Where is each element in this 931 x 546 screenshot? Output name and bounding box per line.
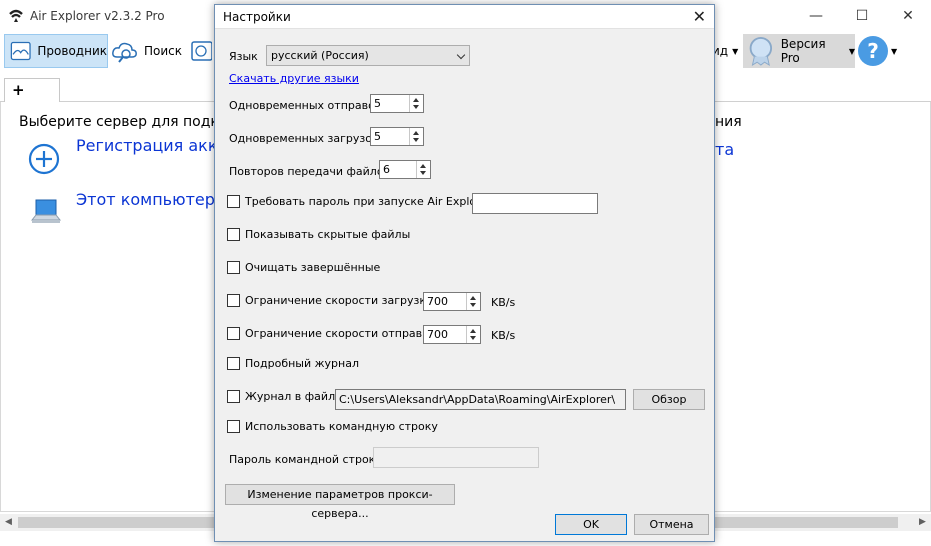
download-languages-link[interactable]: Скачать другие языки: [229, 72, 359, 85]
award-badge-icon: [749, 37, 773, 66]
select-server-hint: Выберите сервер для подклю: [19, 114, 240, 130]
schedule-button[interactable]: [190, 34, 214, 68]
app-title: Air Explorer v2.3.2 Pro: [30, 9, 165, 23]
show-hidden-checkbox[interactable]: [227, 228, 240, 241]
retries-label: Повторов передачи файлов: [229, 165, 391, 178]
arrow-down-icon: [470, 303, 476, 307]
arrow-down-icon: [470, 336, 476, 340]
minimize-button[interactable]: —: [793, 0, 839, 32]
upload-limit-value: 700: [427, 328, 448, 341]
settings-dialog: Настройки ✕ Язык русский (Россия) Скачат…: [214, 4, 715, 542]
view-dropdown-icon: ▼: [732, 46, 739, 56]
dialog-close-icon[interactable]: ✕: [693, 7, 706, 26]
explorer-icon: [10, 41, 31, 61]
upload-limit-checkbox[interactable]: [227, 327, 240, 340]
cloud-search-icon: [112, 42, 137, 63]
download-limit-unit: KB/s: [491, 296, 516, 309]
concurrent-downloads-value: 5: [374, 130, 381, 143]
air-explorer-logo-icon: [9, 9, 23, 22]
view-menu-button[interactable]: ид ▼: [712, 34, 740, 68]
stepper-buttons[interactable]: [409, 128, 423, 145]
require-password-checkbox[interactable]: [227, 195, 240, 208]
command-line-checkbox[interactable]: [227, 420, 240, 433]
language-select[interactable]: русский (Россия): [266, 45, 470, 66]
concurrent-downloads-stepper[interactable]: 5: [370, 127, 424, 146]
close-button[interactable]: ✕: [885, 0, 931, 32]
require-password-label: Требовать пароль при запуске Air Explore…: [245, 195, 492, 208]
stepper-buttons[interactable]: [416, 161, 430, 178]
help-icon: ?: [858, 36, 888, 66]
retries-value: 6: [383, 163, 390, 176]
pro-version-label: Версия Pro: [780, 37, 826, 65]
maximize-button[interactable]: ☐: [839, 0, 885, 32]
concurrent-uploads-value: 5: [374, 97, 381, 110]
add-tab-button[interactable]: +: [4, 78, 60, 102]
verbose-log-checkbox[interactable]: [227, 357, 240, 370]
show-hidden-label: Показывать скрытые файлы: [245, 228, 411, 241]
cancel-button[interactable]: Отмена: [634, 514, 709, 535]
help-button[interactable]: ? ▼: [856, 34, 898, 68]
startup-password-input[interactable]: [472, 193, 598, 214]
clear-completed-checkbox[interactable]: [227, 261, 240, 274]
arrow-up-icon: [420, 164, 426, 168]
cmd-password-label: Пароль командной строки: [229, 453, 383, 466]
cmd-password-input[interactable]: [373, 447, 539, 468]
language-value: русский (Россия): [271, 49, 369, 62]
search-button[interactable]: Поиск: [110, 34, 188, 68]
arrow-down-icon: [413, 138, 419, 142]
computer-icon[interactable]: [29, 198, 63, 228]
help-dropdown-icon: ▼: [891, 46, 898, 56]
pro-dropdown-icon: ▼: [848, 46, 855, 56]
upload-limit-stepper[interactable]: 700: [423, 325, 481, 344]
pro-version-button[interactable]: Версия Pro ▼: [743, 34, 855, 68]
explorer-button[interactable]: Проводник: [4, 34, 108, 68]
clear-completed-label: Очищать завершённые: [245, 261, 381, 274]
concurrent-uploads-label: Одновременных отправок: [229, 99, 382, 112]
dialog-title-bar: Настройки ✕: [215, 5, 714, 29]
command-line-label: Использовать командную строку: [245, 420, 438, 433]
log-path-field[interactable]: C:\Users\Aleksandr\AppData\Roaming\AirEx…: [335, 389, 626, 410]
ok-button[interactable]: OK: [555, 514, 627, 535]
search-label: Поиск: [144, 44, 183, 58]
select-server-hint-tail: ния: [715, 114, 742, 130]
proxy-settings-button[interactable]: Изменение параметров прокси-сервера...: [225, 484, 455, 520]
download-limit-value: 700: [427, 295, 448, 308]
retries-stepper[interactable]: 6: [379, 160, 431, 179]
register-account-link-tail[interactable]: та: [715, 140, 734, 159]
browse-button[interactable]: Обзор: [633, 389, 705, 410]
download-limit-stepper[interactable]: 700: [423, 292, 481, 311]
arrow-up-icon: [413, 98, 419, 102]
explorer-label: Проводник: [37, 44, 107, 58]
concurrent-downloads-label: Одновременных загрузок: [229, 132, 379, 145]
verbose-log-label: Подробный журнал: [245, 357, 359, 370]
this-computer-link[interactable]: Этот компьютер: [76, 190, 215, 209]
language-label: Язык: [229, 50, 258, 63]
scroll-left-icon[interactable]: ◀: [0, 514, 17, 531]
scroll-right-icon[interactable]: ▶: [914, 514, 931, 531]
log-to-file-checkbox[interactable]: [227, 390, 240, 403]
stepper-buttons[interactable]: [409, 95, 423, 112]
arrow-down-icon: [420, 171, 426, 175]
arrow-up-icon: [470, 329, 476, 333]
download-limit-checkbox[interactable]: [227, 294, 240, 307]
stepper-buttons[interactable]: [466, 293, 480, 310]
arrow-down-icon: [413, 105, 419, 109]
arrow-up-icon: [413, 131, 419, 135]
upload-limit-unit: KB/s: [491, 329, 516, 342]
log-to-file-label: Журнал в файл: [245, 390, 336, 403]
stepper-buttons[interactable]: [466, 326, 480, 343]
add-account-icon[interactable]: [27, 142, 61, 176]
concurrent-uploads-stepper[interactable]: 5: [370, 94, 424, 113]
arrow-up-icon: [470, 296, 476, 300]
chevron-down-icon: [456, 50, 466, 60]
download-limit-label: Ограничение скорости загрузки: [245, 294, 434, 307]
upload-limit-label: Ограничение скорости отправки: [245, 327, 436, 340]
register-account-link[interactable]: Регистрация аккау: [76, 136, 237, 155]
dialog-title: Настройки: [223, 10, 291, 24]
clock-icon: [191, 41, 212, 61]
